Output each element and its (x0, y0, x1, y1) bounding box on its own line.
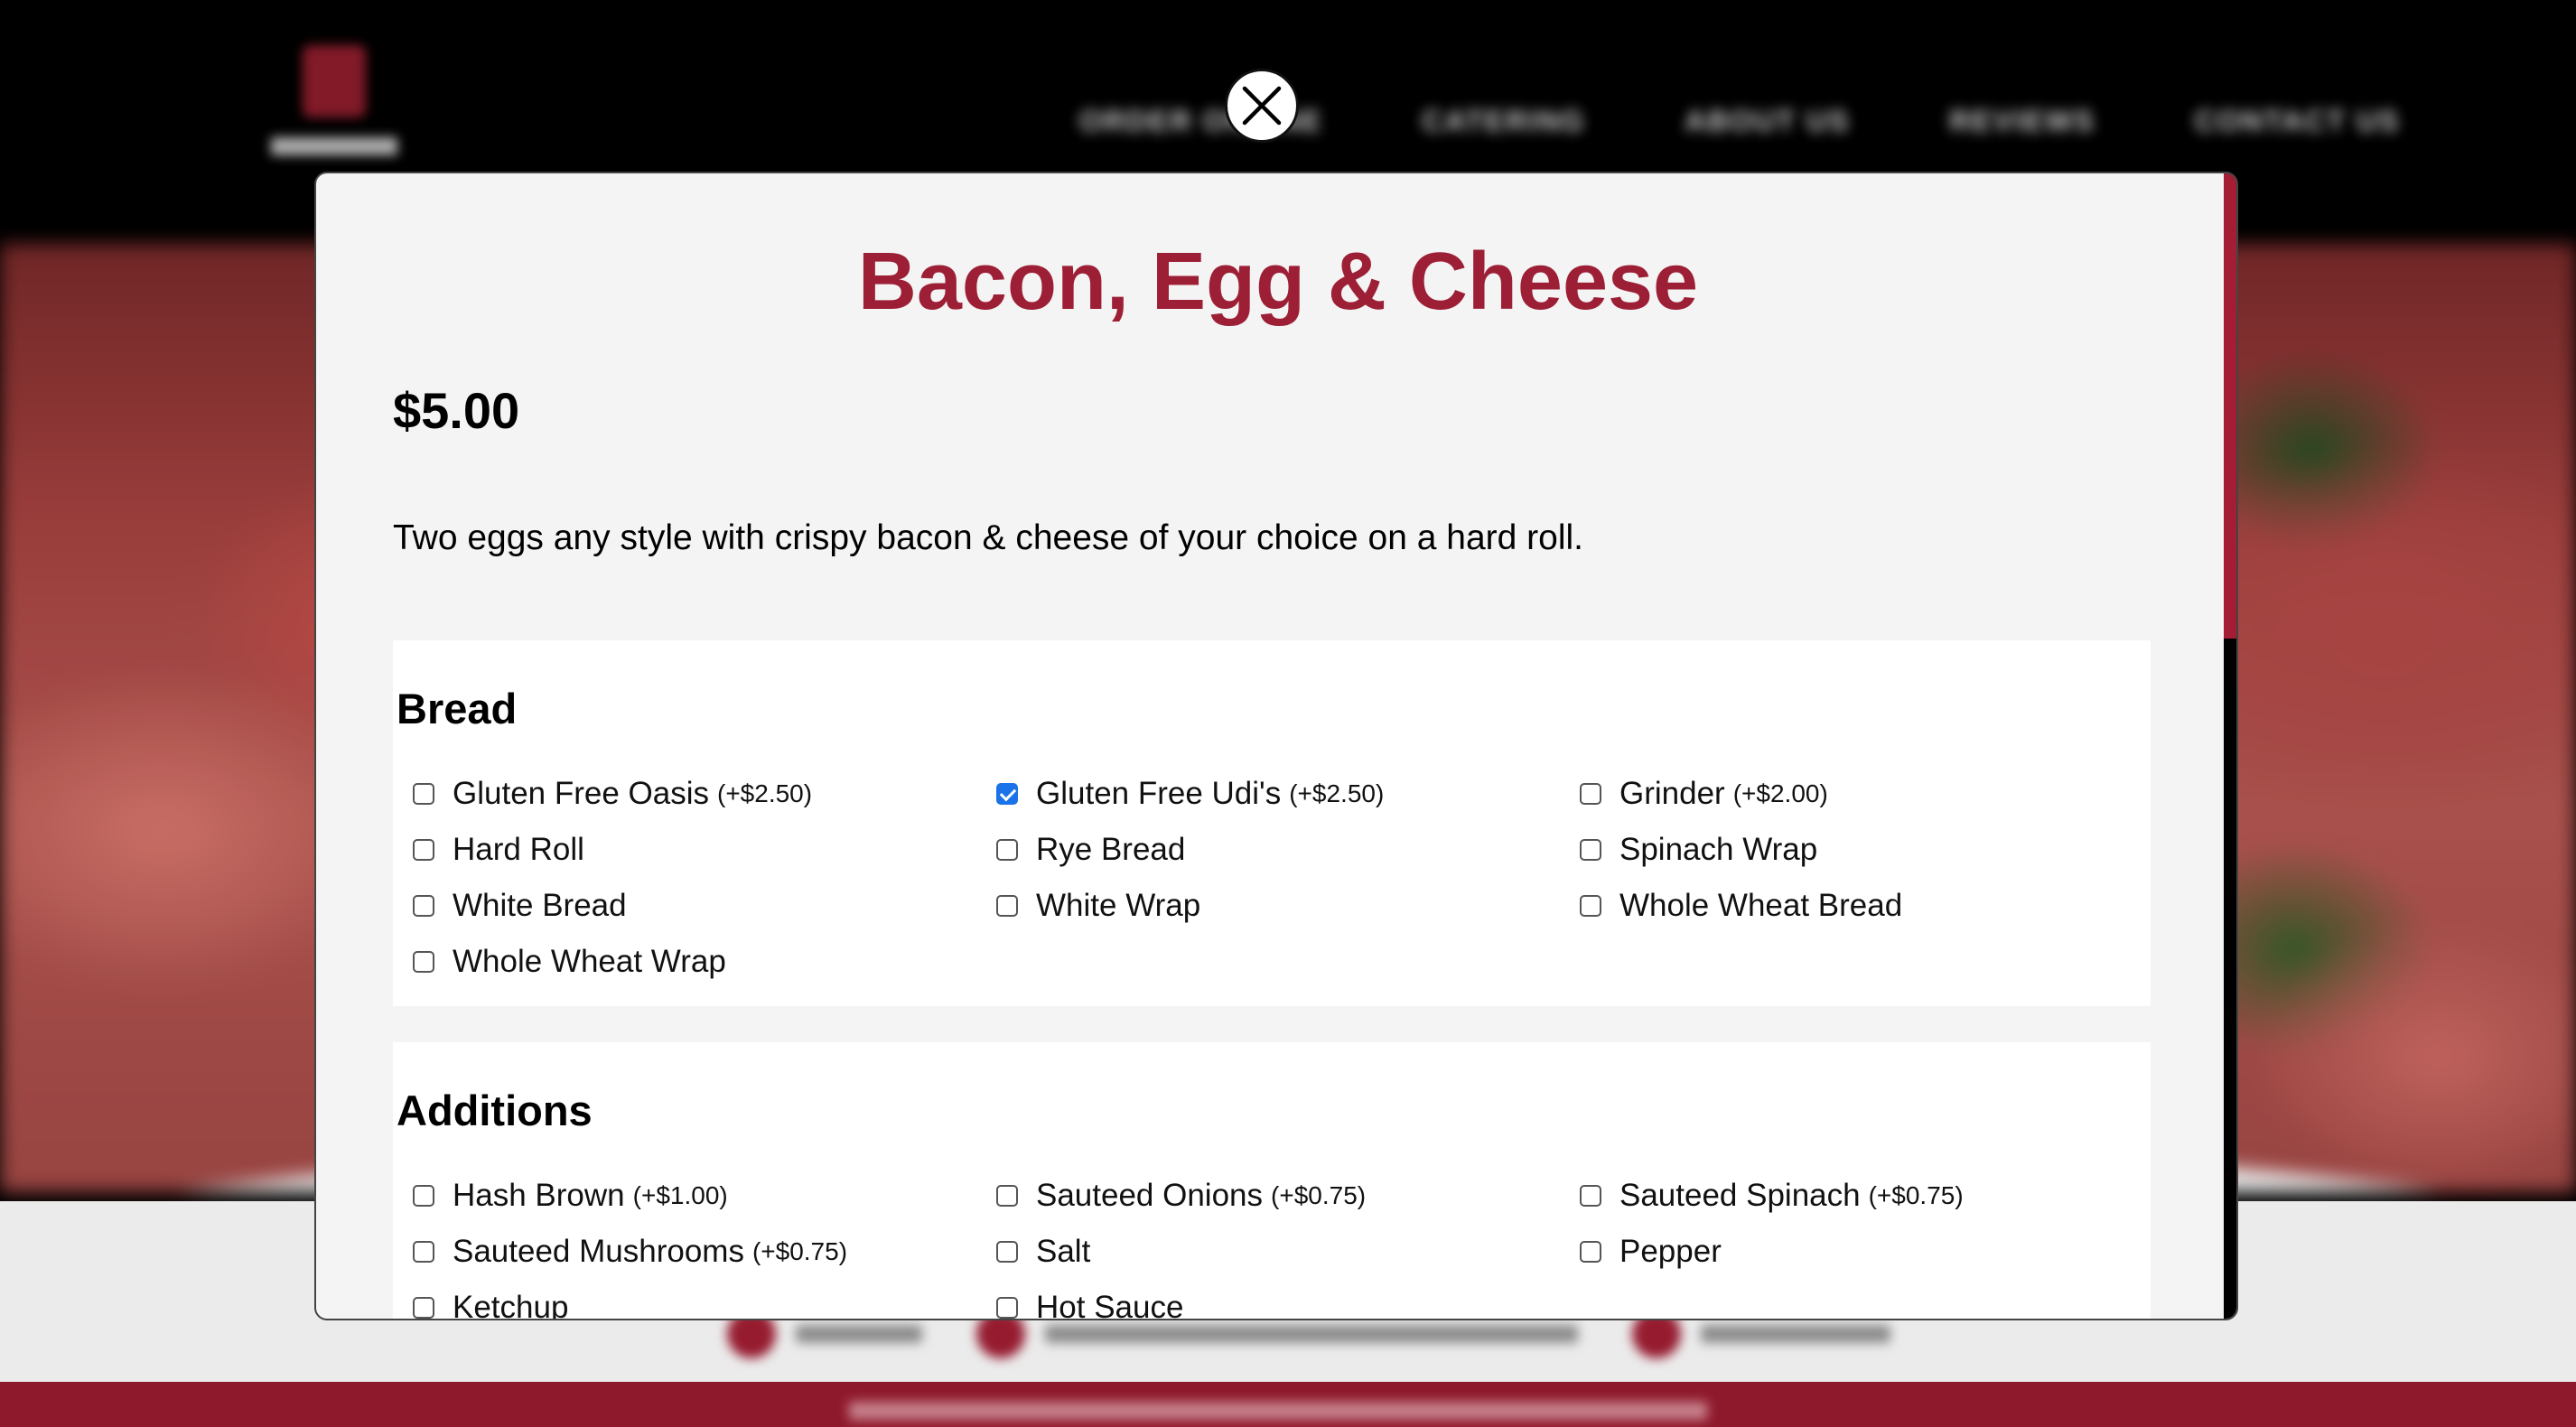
option-item[interactable]: White Wrap (996, 888, 1580, 923)
option-checkbox[interactable] (1580, 838, 1601, 861)
close-modal-button[interactable] (1225, 69, 1299, 143)
option-label: Sauteed Onions (1036, 1177, 1264, 1213)
option-item[interactable]: Sauteed Spinach (+$0.75) (1580, 1178, 2129, 1213)
option-checkbox[interactable] (996, 1296, 1018, 1319)
option-item[interactable]: Ketchup (413, 1289, 996, 1320)
option-checkbox[interactable] (996, 894, 1018, 917)
option-label: Spinach Wrap (1619, 831, 1818, 867)
option-label: White Wrap (1036, 887, 1201, 923)
close-x-icon (1242, 86, 1282, 126)
option-checkbox[interactable] (413, 1184, 434, 1207)
option-group-additions: Additions Hash Brown (+$1.00) Sauteed Onio… (393, 1042, 2151, 1320)
option-label: Gluten Free Udi's (1036, 775, 1282, 811)
option-price: (+$2.50) (1289, 779, 1385, 807)
option-checkbox[interactable] (413, 1240, 434, 1263)
option-checkbox[interactable] (413, 782, 434, 805)
option-label: Hard Roll (453, 831, 584, 867)
option-item[interactable]: Hot Sauce (996, 1289, 1580, 1320)
option-price: (+$0.75) (1271, 1180, 1367, 1209)
option-item[interactable]: Grinder (+$2.00) (1580, 776, 2129, 811)
option-price: (+$0.75) (751, 1236, 848, 1265)
item-modal: Bacon, Egg & Cheese $5.00 Two eggs any s… (314, 172, 2238, 1320)
option-grid: Gluten Free Oasis (+$2.50) Gluten Free Udi… (413, 776, 2129, 979)
option-item[interactable]: Gluten Free Udi's (+$2.50) (996, 776, 1580, 811)
option-item[interactable]: Rye Bread (996, 832, 1580, 867)
option-group-bread: Bread Gluten Free Oasis (+$2.50) Gluten Fr… (393, 640, 2151, 1006)
option-item[interactable]: White Bread (413, 888, 996, 923)
option-label: Pepper (1619, 1233, 1722, 1269)
option-item[interactable]: Whole Wheat Bread (1580, 888, 2129, 923)
option-price: (+$2.50) (717, 779, 813, 807)
option-checkbox[interactable] (413, 950, 434, 973)
option-checkbox[interactable] (996, 782, 1018, 805)
item-price: $5.00 (393, 382, 520, 439)
option-checkbox[interactable] (996, 1184, 1018, 1207)
option-checkbox[interactable] (413, 894, 434, 917)
option-label: Ketchup (453, 1289, 569, 1320)
option-checkbox[interactable] (1580, 1240, 1601, 1263)
option-label: Sauteed Mushrooms (453, 1233, 744, 1269)
option-label: Whole Wheat Wrap (453, 943, 726, 979)
item-description: Two eggs any style with crispy bacon & c… (393, 518, 1584, 557)
option-checkbox[interactable] (413, 838, 434, 861)
option-item[interactable]: Whole Wheat Wrap (413, 944, 996, 979)
option-item[interactable]: Spinach Wrap (1580, 832, 2129, 867)
option-item[interactable]: Pepper (1580, 1234, 2129, 1269)
option-checkbox[interactable] (1580, 894, 1601, 917)
option-item[interactable]: Hard Roll (413, 832, 996, 867)
modal-scrollbar[interactable] (2224, 173, 2236, 1319)
option-checkbox[interactable] (996, 838, 1018, 861)
option-checkbox[interactable] (996, 1240, 1018, 1263)
option-item[interactable]: Sauteed Mushrooms (+$0.75) (413, 1234, 996, 1269)
option-label: White Bread (453, 887, 627, 923)
option-price: (+$1.00) (632, 1180, 728, 1209)
option-checkbox[interactable] (413, 1296, 434, 1319)
option-item[interactable]: Sauteed Onions (+$0.75) (996, 1178, 1580, 1213)
option-label: Whole Wheat Bread (1619, 887, 1903, 923)
option-price: (+$0.75) (1868, 1180, 1964, 1209)
option-label: Hot Sauce (1036, 1289, 1184, 1320)
option-checkbox[interactable] (1580, 782, 1601, 805)
option-group-title: Bread (397, 685, 518, 732)
option-item[interactable]: Hash Brown (+$1.00) (413, 1178, 996, 1213)
option-grid: Hash Brown (+$1.00) Sauteed Onions (+$0.75)… (413, 1178, 2129, 1320)
option-item[interactable]: Gluten Free Oasis (+$2.50) (413, 776, 996, 811)
option-label: Gluten Free Oasis (453, 775, 709, 811)
option-item[interactable]: Salt (996, 1234, 1580, 1269)
option-checkbox[interactable] (1580, 1184, 1601, 1207)
option-label: Grinder (1619, 775, 1725, 811)
option-price: (+$2.00) (1732, 779, 1828, 807)
option-label: Salt (1036, 1233, 1091, 1269)
option-label: Sauteed Spinach (1619, 1177, 1861, 1213)
option-label: Hash Brown (453, 1177, 625, 1213)
option-group-title: Additions (397, 1087, 593, 1134)
option-label: Rye Bread (1036, 831, 1186, 867)
item-title: Bacon, Egg & Cheese (857, 237, 1699, 327)
